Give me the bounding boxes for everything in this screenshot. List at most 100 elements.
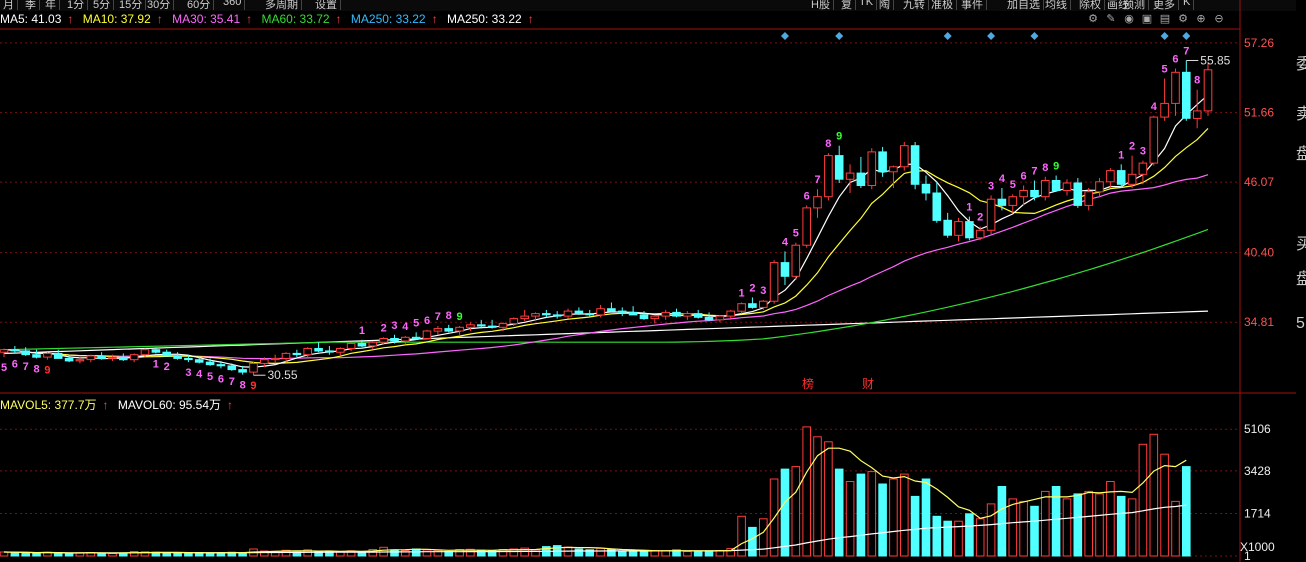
volume-bar [628,550,638,557]
signal-marker [1160,32,1169,40]
candle-body [1008,196,1018,206]
candle-body [32,354,41,358]
volume-bar [997,486,1007,557]
volume-bar [834,468,844,557]
countdown-label: 5 [1010,179,1016,191]
candle-body [878,151,887,173]
signal-marker [943,32,952,40]
volume-bar [1138,443,1148,557]
volume-bar [921,478,931,557]
candle-body [910,145,920,185]
volume-bar [975,518,985,557]
candle-body [726,310,736,317]
volume-bar [173,552,182,557]
volume-bar [531,549,540,557]
candle-body [86,355,96,361]
candle-body [336,348,345,353]
price-tick-label: 51.66 [1244,106,1274,120]
volume-bar [1084,490,1094,557]
candle-body [1171,71,1180,104]
volume-bar [780,468,790,557]
candle-body [401,336,410,342]
volume-bar [726,548,736,557]
candle-body [162,351,171,357]
candle-body [542,313,551,316]
countdown-label: 3 [185,367,191,379]
countdown-label: 4 [782,236,789,248]
candle-body [357,343,367,347]
price-tick-label: 40.40 [1244,246,1274,260]
signal-marker [780,32,789,40]
countdown-label: 7 [23,361,29,373]
volume-bar [1160,453,1169,557]
candle-body [867,151,877,186]
candle-body [368,341,378,347]
volume-bar [64,553,74,557]
candle-body [422,330,432,339]
candle-body [997,198,1007,206]
countdown-label: 7 [1031,166,1037,178]
candle-body [151,349,161,353]
candle-body [184,357,193,361]
candle-body [498,323,508,328]
volume-bar [932,515,942,557]
candle-body [64,357,74,362]
volume-tick-label: 1714 [1244,506,1271,520]
volume-bar [1008,498,1018,557]
candle-body [791,244,801,277]
volume-bar [574,548,584,557]
countdown-label: 4 [1151,101,1158,113]
volume-bar [411,548,421,557]
candle-body [813,196,822,209]
countdown-label: 2 [977,212,983,224]
candle-body [1051,180,1061,191]
countdown-label: 5 [207,371,213,383]
candle-body [932,192,942,221]
candle-body [108,356,117,359]
volume-bar [813,436,822,557]
candle-body [748,303,757,308]
candle-body [628,311,638,316]
signal-marker [1182,32,1191,40]
event-tag: 财 [862,377,874,391]
countdown-label: 9 [457,311,463,323]
candle-body [1095,181,1104,193]
candle-body [520,315,530,320]
candle-body [856,172,866,187]
candle-body [119,356,128,361]
countdown-label: 8 [1042,162,1048,174]
candle-body [824,155,833,198]
volume-bar [1149,433,1159,557]
candle-body [97,355,106,359]
countdown-label: 1 [739,287,745,299]
candle-body [21,350,30,356]
candle-body [607,308,616,312]
low-price-label: 30.55 [267,368,297,382]
candle-body [314,348,323,352]
kline-chart[interactable]: 57.2651.6646.0740.4034.8151063428171415 6… [0,0,1306,562]
candle-body [205,361,215,366]
volume-bar [900,473,909,557]
candle-body [596,308,605,316]
countdown-label: 8 [446,310,452,322]
candle-body [1149,116,1159,164]
countdown-label: 5 [1,362,7,374]
countdown-label: 2 [381,322,387,334]
event-tag: 榜 [802,376,814,391]
candle-body [1203,69,1213,112]
candle-body [1127,173,1137,185]
countdown-label: 7 [814,174,820,186]
candle-body [531,313,540,317]
candle-body [954,221,963,236]
candle-body [639,314,649,320]
countdown-label: 7 [1183,45,1189,57]
countdown-label: 6 [1172,54,1178,66]
candle-body [683,313,692,317]
candle-body [303,348,312,356]
candle-body [346,343,356,349]
countdown-label: 3 [760,285,766,297]
volume-bar [1182,466,1191,557]
candle-body [552,314,562,317]
candle-body [943,219,953,236]
countdown-label: 1 [966,202,972,214]
